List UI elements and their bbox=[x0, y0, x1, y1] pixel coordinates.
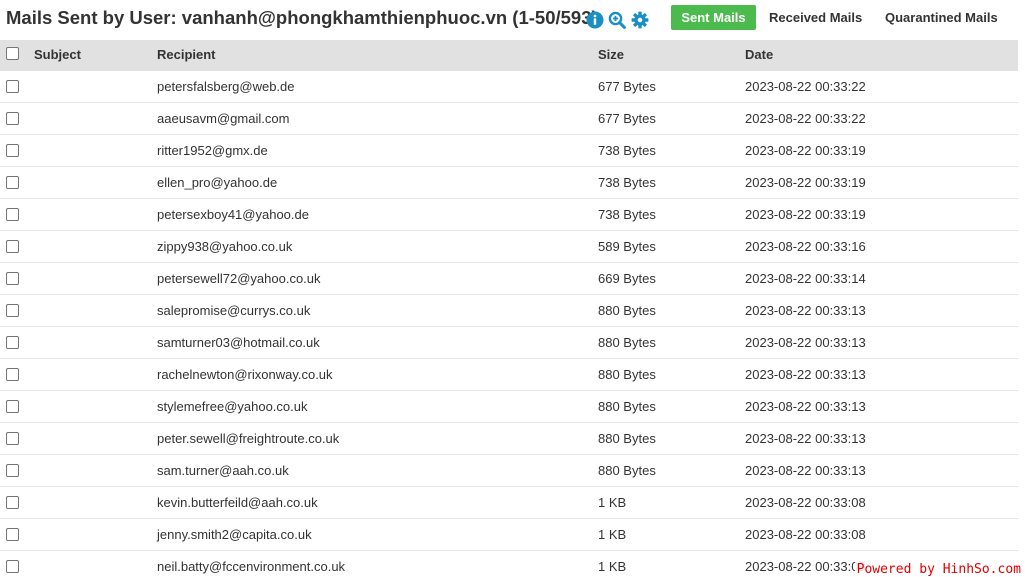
date-cell: 2023-08-22 00:33:08 bbox=[745, 495, 866, 510]
date-cell: 2023-08-22 00:33:13 bbox=[745, 303, 866, 318]
size-cell: 880 Bytes bbox=[598, 335, 656, 350]
size-cell: 669 Bytes bbox=[598, 271, 656, 286]
row-checkbox[interactable] bbox=[6, 528, 19, 541]
size-cell: 738 Bytes bbox=[598, 175, 656, 190]
recipient-cell: petersewell72@yahoo.co.uk bbox=[157, 271, 321, 286]
date-cell: 2023-08-22 00:33:22 bbox=[745, 111, 866, 126]
column-header-date[interactable]: Date bbox=[745, 40, 773, 71]
table-row[interactable]: stylemefree@yahoo.co.uk 880 Bytes 2023-08-… bbox=[0, 391, 1018, 423]
toolbar: Mails Sent by User: vanhanh@phongkhamthi… bbox=[0, 0, 1018, 40]
date-cell: 2023-08-22 00:33:08 bbox=[745, 559, 866, 574]
row-checkbox[interactable] bbox=[6, 304, 19, 317]
recipient-cell: stylemefree@yahoo.co.uk bbox=[157, 399, 308, 414]
row-checkbox[interactable] bbox=[6, 560, 19, 573]
tab-received-mails[interactable]: Received Mails bbox=[769, 5, 862, 30]
recipient-cell: aaeusavm@gmail.com bbox=[157, 111, 290, 126]
size-cell: 880 Bytes bbox=[598, 463, 656, 478]
row-checkbox[interactable] bbox=[6, 208, 19, 221]
date-cell: 2023-08-22 00:33:13 bbox=[745, 463, 866, 478]
row-checkbox[interactable] bbox=[6, 80, 19, 93]
date-cell: 2023-08-22 00:33:08 bbox=[745, 527, 866, 542]
column-header-subject[interactable]: Subject bbox=[34, 40, 81, 71]
table-row[interactable]: ritter1952@gmx.de 738 Bytes 2023-08-22 00:… bbox=[0, 135, 1018, 167]
column-header-recipient[interactable]: Recipient bbox=[157, 40, 216, 71]
date-cell: 2023-08-22 00:33:19 bbox=[745, 143, 866, 158]
row-checkbox[interactable] bbox=[6, 336, 19, 349]
row-checkbox[interactable] bbox=[6, 144, 19, 157]
table-row[interactable]: jenny.smith2@capita.co.uk 1 KB 2023-08-22 … bbox=[0, 519, 1018, 551]
recipient-cell: kevin.butterfeild@aah.co.uk bbox=[157, 495, 318, 510]
recipient-cell: peter.sewell@freightroute.co.uk bbox=[157, 431, 340, 446]
size-cell: 880 Bytes bbox=[598, 303, 656, 318]
table-header: Subject Recipient Size Date bbox=[0, 40, 1018, 71]
row-checkbox[interactable] bbox=[6, 240, 19, 253]
page-title: Mails Sent by User: vanhanh@phongkhamthi… bbox=[6, 7, 598, 28]
date-cell: 2023-08-22 00:33:22 bbox=[745, 79, 866, 94]
select-all-checkbox[interactable] bbox=[6, 47, 19, 60]
watermark: Powered by HinhSo.com bbox=[854, 562, 1023, 577]
column-header-size[interactable]: Size bbox=[598, 40, 624, 71]
date-cell: 2023-08-22 00:33:19 bbox=[745, 175, 866, 190]
recipient-cell: petersfalsberg@web.de bbox=[157, 79, 295, 94]
table-row[interactable]: rachelnewton@rixonway.co.uk 880 Bytes 2023… bbox=[0, 359, 1018, 391]
row-checkbox[interactable] bbox=[6, 176, 19, 189]
row-checkbox[interactable] bbox=[6, 400, 19, 413]
table-row[interactable]: salepromise@currys.co.uk 880 Bytes 2023-08… bbox=[0, 295, 1018, 327]
row-checkbox[interactable] bbox=[6, 112, 19, 125]
recipient-cell: petersexboy41@yahoo.de bbox=[157, 207, 309, 222]
date-cell: 2023-08-22 00:33:19 bbox=[745, 207, 866, 222]
size-cell: 738 Bytes bbox=[598, 207, 656, 222]
size-cell: 589 Bytes bbox=[598, 239, 656, 254]
table-row[interactable]: ellen_pro@yahoo.de 738 Bytes 2023-08-22 00… bbox=[0, 167, 1018, 199]
size-cell: 880 Bytes bbox=[598, 399, 656, 414]
date-cell: 2023-08-22 00:33:16 bbox=[745, 239, 866, 254]
row-checkbox[interactable] bbox=[6, 368, 19, 381]
size-cell: 1 KB bbox=[598, 495, 627, 510]
row-checkbox[interactable] bbox=[6, 272, 19, 285]
size-cell: 1 KB bbox=[598, 559, 627, 574]
size-cell: 677 Bytes bbox=[598, 79, 656, 94]
table-row[interactable]: petersexboy41@yahoo.de 738 Bytes 2023-08-2… bbox=[0, 199, 1018, 231]
tab-quarantined-mails[interactable]: Quarantined Mails bbox=[885, 5, 998, 30]
table-row[interactable]: petersfalsberg@web.de 677 Bytes 2023-08-22… bbox=[0, 71, 1018, 103]
recipient-cell: zippy938@yahoo.co.uk bbox=[157, 239, 293, 254]
size-cell: 880 Bytes bbox=[598, 367, 656, 382]
row-checkbox[interactable] bbox=[6, 464, 19, 477]
table-row[interactable]: sam.turner@aah.co.uk 880 Bytes 2023-08-22 … bbox=[0, 455, 1018, 487]
table-row[interactable]: peter.sewell@freightroute.co.uk 880 Bytes… bbox=[0, 423, 1018, 455]
date-cell: 2023-08-22 00:33:13 bbox=[745, 335, 866, 350]
zoom-icon[interactable] bbox=[608, 11, 626, 29]
tab-sent-mails[interactable]: Sent Mails bbox=[671, 5, 756, 30]
recipient-cell: ritter1952@gmx.de bbox=[157, 143, 268, 158]
recipient-cell: jenny.smith2@capita.co.uk bbox=[157, 527, 312, 542]
table-row[interactable]: zippy938@yahoo.co.uk 589 Bytes 2023-08-22 … bbox=[0, 231, 1018, 263]
row-checkbox[interactable] bbox=[6, 496, 19, 509]
date-cell: 2023-08-22 00:33:14 bbox=[745, 271, 866, 286]
recipient-cell: salepromise@currys.co.uk bbox=[157, 303, 311, 318]
gear-icon[interactable] bbox=[631, 11, 649, 29]
size-cell: 738 Bytes bbox=[598, 143, 656, 158]
date-cell: 2023-08-22 00:33:13 bbox=[745, 367, 866, 382]
table-row[interactable]: kevin.butterfeild@aah.co.uk 1 KB 2023-08-2… bbox=[0, 487, 1018, 519]
table-row[interactable]: samturner03@hotmail.co.uk 880 Bytes 2023-0… bbox=[0, 327, 1018, 359]
recipient-cell: rachelnewton@rixonway.co.uk bbox=[157, 367, 333, 382]
date-cell: 2023-08-22 00:33:13 bbox=[745, 399, 866, 414]
table-row[interactable]: aaeusavm@gmail.com 677 Bytes 2023-08-22 00… bbox=[0, 103, 1018, 135]
size-cell: 677 Bytes bbox=[598, 111, 656, 126]
recipient-cell: neil.batty@fccenvironment.co.uk bbox=[157, 559, 346, 574]
info-icon[interactable] bbox=[586, 11, 604, 29]
recipient-cell: ellen_pro@yahoo.de bbox=[157, 175, 278, 190]
size-cell: 1 KB bbox=[598, 527, 627, 542]
recipient-cell: sam.turner@aah.co.uk bbox=[157, 463, 289, 478]
size-cell: 880 Bytes bbox=[598, 431, 656, 446]
table-row[interactable]: petersewell72@yahoo.co.uk 669 Bytes 2023-0… bbox=[0, 263, 1018, 295]
date-cell: 2023-08-22 00:33:13 bbox=[745, 431, 866, 446]
recipient-cell: samturner03@hotmail.co.uk bbox=[157, 335, 320, 350]
row-checkbox[interactable] bbox=[6, 432, 19, 445]
